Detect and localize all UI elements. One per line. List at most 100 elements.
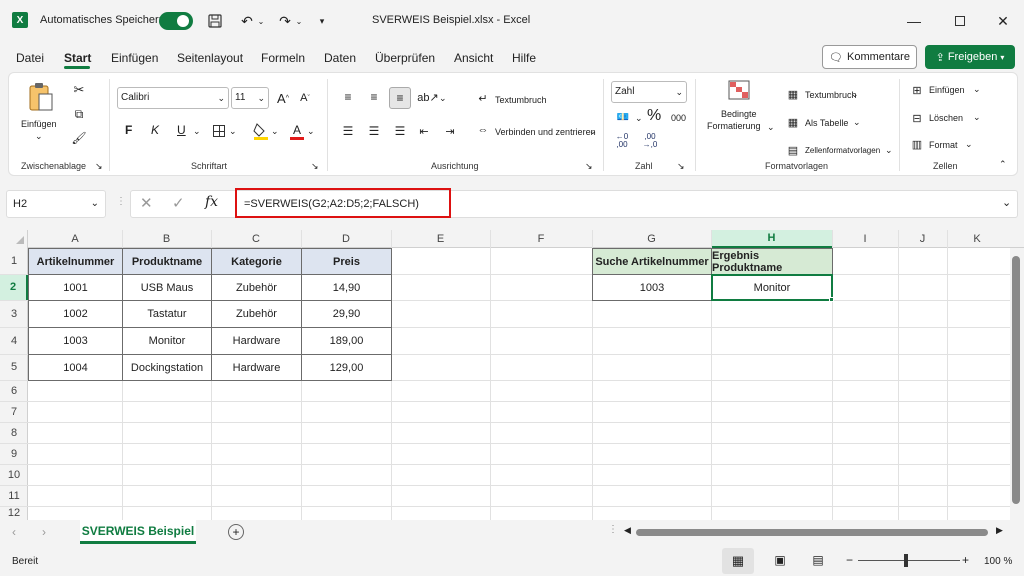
delete-cells-icon[interactable]: ⊟ (909, 111, 925, 125)
wrap-style-icon[interactable]: ▦ (785, 87, 801, 101)
normal-view-icon[interactable]: ▦ (722, 548, 754, 574)
cell-d1[interactable]: Preis (301, 248, 392, 275)
tab-daten[interactable]: Daten (324, 51, 356, 65)
sheet-tab-active[interactable]: SVERWEIS Beispiel (80, 520, 196, 544)
tab-ansicht[interactable]: Ansicht (454, 51, 493, 65)
insert-function-button[interactable]: fx (205, 194, 218, 210)
row-header-4[interactable]: 4 (0, 327, 28, 354)
column-header-j[interactable]: J (898, 230, 947, 248)
column-header-i[interactable]: I (832, 230, 898, 248)
column-header-a[interactable]: A (28, 230, 122, 248)
tab-datei[interactable]: Datei (16, 51, 44, 65)
cell-d3[interactable]: 29,90 (301, 300, 392, 328)
zoom-in-button[interactable]: + (962, 553, 969, 567)
chevron-down-icon[interactable]: ⌄ (973, 112, 981, 123)
chevron-down-icon[interactable]: ⌄ (853, 117, 861, 128)
align-bottom-icon[interactable]: ≡ (389, 87, 411, 109)
cancel-icon[interactable]: ✕ (140, 194, 153, 212)
horizontal-scroll-thumb[interactable] (636, 529, 988, 536)
format-as-table-icon[interactable]: ▦ (785, 115, 801, 129)
fill-color-icon[interactable] (253, 121, 269, 141)
cell-g1[interactable]: Suche Artikelnummer (592, 248, 712, 275)
borders-icon[interactable] (211, 123, 227, 139)
chevron-down-icon[interactable]: ⌄ (965, 139, 973, 150)
thousands-button[interactable]: 000 (671, 113, 686, 123)
column-header-b[interactable]: B (122, 230, 211, 248)
row-header-8[interactable]: 8 (0, 422, 28, 443)
tab-ueberpruefen[interactable]: Überprüfen (375, 51, 435, 65)
paste-icon[interactable] (25, 81, 57, 113)
row-header-7[interactable]: 7 (0, 401, 28, 422)
paste-label[interactable]: Einfügen (21, 119, 57, 129)
delete-cells-button[interactable]: Löschen (929, 113, 963, 123)
chevron-down-icon[interactable]: ⌄ (767, 122, 775, 133)
dialog-launcher-icon[interactable]: ↘ (311, 161, 319, 172)
chevron-down-icon[interactable]: ⌄ (439, 93, 447, 104)
cell-h2[interactable]: Monitor (711, 274, 833, 301)
share-button[interactable]: ⇪ Freigeben ▾ (925, 45, 1015, 69)
increase-indent-icon[interactable]: ⇥ (441, 123, 459, 139)
cell-c3[interactable]: Zubehör (211, 300, 302, 328)
row-header-1[interactable]: 1 (0, 248, 28, 274)
chevron-down-icon[interactable]: ⌄ (851, 89, 859, 100)
align-top-icon[interactable]: ≡ (339, 89, 357, 105)
align-right-icon[interactable]: ☰ (391, 123, 409, 139)
zoom-slider-thumb[interactable] (904, 554, 908, 567)
vertical-scrollbar[interactable] (1010, 248, 1024, 520)
chevron-down-icon[interactable]: ⌄ (256, 12, 266, 30)
row-header-3[interactable]: 3 (0, 300, 28, 327)
close-icon[interactable]: ✕ (994, 12, 1012, 30)
row-header-6[interactable]: 6 (0, 380, 28, 401)
font-color-icon[interactable]: A (289, 121, 305, 141)
dialog-launcher-icon[interactable]: ↘ (585, 161, 593, 172)
cut-icon[interactable]: ✂ (69, 81, 89, 99)
dialog-launcher-icon[interactable]: ↘ (95, 161, 103, 172)
row-header-12[interactable]: 12 (0, 506, 28, 520)
cell-a2[interactable]: 1001 (28, 274, 123, 301)
insert-cells-button[interactable]: Einfügen (929, 85, 965, 95)
bold-button[interactable]: F (125, 123, 132, 137)
autosave-toggle[interactable] (159, 12, 193, 30)
row-header-10[interactable]: 10 (0, 464, 28, 485)
tab-hilfe[interactable]: Hilfe (512, 51, 536, 65)
underline-button[interactable]: U (177, 123, 186, 137)
tab-start[interactable]: Start (64, 51, 91, 65)
currency-icon[interactable]: 💶 (613, 109, 633, 125)
vertical-scroll-thumb[interactable] (1012, 256, 1020, 504)
chevron-down-icon[interactable]: ⌄ (35, 131, 43, 142)
collapse-ribbon-icon[interactable]: ⌃ (999, 159, 1007, 170)
decrease-decimal-icon[interactable]: ,00 →,0 (641, 133, 659, 149)
cell-a3[interactable]: 1002 (28, 300, 123, 328)
conditional-formatting-line1[interactable]: Bedingte (721, 109, 757, 119)
font-size-dropdown[interactable]: 11 ⌄ (231, 87, 269, 109)
row-header-5[interactable]: 5 (0, 354, 28, 380)
cell-b1[interactable]: Produktname (122, 248, 212, 275)
cell-b5[interactable]: Dockingstation (122, 354, 212, 381)
undo-icon[interactable]: ↶ (238, 12, 256, 30)
cell-d2[interactable]: 14,90 (301, 274, 392, 301)
scroll-left-arrow-icon[interactable]: ◀ (624, 525, 631, 536)
cell-styles-button[interactable]: Zellenformatvorlagen (805, 146, 880, 155)
cell-c1[interactable]: Kategorie (211, 248, 302, 275)
increase-decimal-icon[interactable]: ←0,00 (613, 133, 631, 149)
cell-styles-icon[interactable]: ▤ (785, 143, 801, 157)
tab-einfuegen[interactable]: Einfügen (111, 51, 158, 65)
scroll-right-arrow-icon[interactable]: ▶ (996, 525, 1003, 536)
name-box[interactable]: H2 ⌄ (6, 190, 106, 218)
increase-font-icon[interactable]: A ^ (275, 89, 291, 107)
cell-c4[interactable]: Hardware (211, 327, 302, 355)
chevron-down-icon[interactable]: ⌄ (1002, 196, 1011, 209)
orientation-icon[interactable]: ab↗ (417, 89, 438, 105)
column-header-e[interactable]: E (391, 230, 490, 248)
decrease-font-icon[interactable]: Aˇ (297, 89, 313, 107)
row-header-2[interactable]: 2 (0, 274, 28, 300)
row-header-9[interactable]: 9 (0, 443, 28, 464)
spreadsheet-grid[interactable]: A B C D E F G H I J K 1 2 3 4 5 6 7 8 9 … (0, 230, 1024, 520)
chevron-down-icon[interactable]: ⌄ (973, 84, 981, 95)
number-format-dropdown[interactable]: Zahl ⌄ (611, 81, 687, 103)
style-wrap-button[interactable]: Textumbruch (805, 90, 857, 100)
column-header-d[interactable]: D (301, 230, 391, 248)
chevron-down-icon[interactable]: ⌄ (229, 126, 237, 137)
maximize-icon[interactable] (951, 12, 969, 30)
scroll-left-icon[interactable]: ‹ (12, 525, 16, 539)
